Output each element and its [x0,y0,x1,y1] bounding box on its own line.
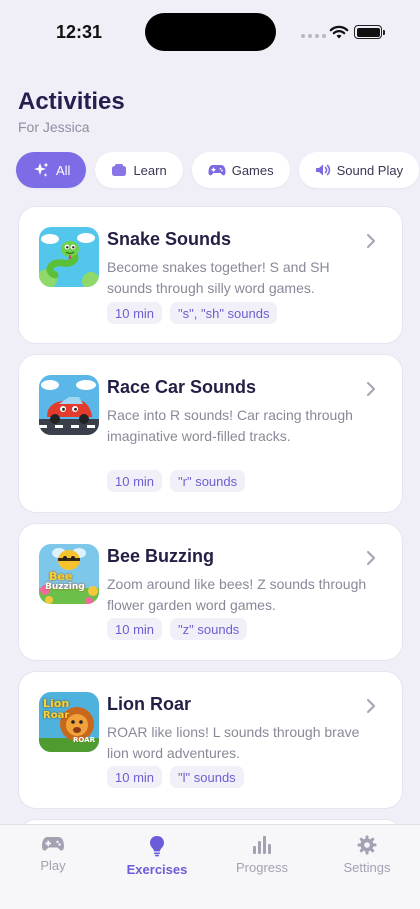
chevron-right-icon [366,698,376,714]
tab-label: Progress [235,860,289,875]
lion-icon: Lion Roar ROAR [39,692,99,752]
wifi-icon [329,25,349,39]
activity-title: Lion Roar [107,694,191,714]
sounds-badge: "r" sounds [170,470,246,492]
signal-dots-icon [301,34,326,38]
bar-chart-icon [253,836,271,854]
activity-tags: 10 min "l" sounds [107,766,244,788]
chevron-right-icon [366,381,376,397]
filter-chip-games[interactable]: Games [191,152,290,188]
speaker-icon [315,164,330,176]
folder-icon [112,164,127,176]
duration-badge: 10 min [107,470,163,492]
race-car-icon [39,375,99,435]
status-bar: 12:31 [0,0,420,62]
lightbulb-icon [150,836,164,857]
filter-chip-learn[interactable]: Learn [95,152,183,188]
chevron-right-icon [366,550,376,566]
activity-tags: 10 min "s", "sh" sounds [107,302,278,324]
gear-icon [357,835,377,855]
activity-card-race-car-sounds[interactable]: Race Car Sounds Race into R sounds! Car … [18,354,403,513]
sounds-badge: "l" sounds [170,766,244,788]
filter-chips: All Learn Games Sound Play [16,152,420,188]
page-subtitle: For Jessica [18,119,90,135]
duration-badge: 10 min [107,618,163,640]
duration-badge: 10 min [107,302,163,324]
activity-description: ROAR like lions! L sounds through brave … [107,724,360,761]
tab-play[interactable]: Play [8,835,98,873]
dynamic-island [145,13,276,51]
activity-description: Become snakes together! S and SH sounds … [107,259,330,296]
tab-settings[interactable]: Settings [322,835,412,875]
chevron-right-icon [366,233,376,249]
battery-icon [354,25,385,39]
sounds-badge: "z" sounds [170,618,248,640]
filter-chip-label: All [56,162,71,178]
activity-tags: 10 min "r" sounds [107,470,246,492]
tab-label: Play [40,858,66,873]
activity-description: Zoom around like bees! Z sounds through … [107,576,367,613]
lion-thumb-word-3: ROAR [73,736,95,744]
gamepad-icon [208,165,226,176]
filter-chip-label: Learn [133,162,167,178]
tab-exercises[interactable]: Exercises [112,835,202,877]
filter-chip-label: Sound Play [336,162,404,178]
bee-icon: Bee Buzzing [39,544,99,604]
status-time: 12:31 [56,22,103,42]
filter-chip-sound-play[interactable]: Sound Play [298,152,420,188]
bee-thumb-word-2: Buzzing [45,582,85,592]
activity-tags: 10 min "z" sounds [107,618,248,640]
activity-title: Snake Sounds [107,229,232,249]
snake-icon [39,227,99,287]
filter-chip-label: Games [231,162,274,178]
lion-thumb-word-2: Roar [43,710,70,721]
tab-bar: Play Exercises Progress Settings [0,824,420,909]
activity-title: Bee Buzzing [107,546,215,566]
sparkles-icon [34,162,49,177]
tab-progress[interactable]: Progress [217,835,307,875]
filter-chip-all[interactable]: All [16,152,87,188]
sounds-badge: "s", "sh" sounds [170,302,278,324]
duration-badge: 10 min [107,766,163,788]
tab-label: Settings [343,860,391,875]
tab-label: Exercises [126,862,188,877]
activity-card-snake-sounds[interactable]: Snake Sounds Become snakes together! S a… [18,206,403,344]
activity-card-lion-roar[interactable]: Lion Roar ROAR Lion Roar ROAR like lions… [18,671,403,809]
activity-description: Race into R sounds! Car racing through i… [107,407,353,444]
gamepad-icon [42,837,64,851]
activity-card-bee-buzzing[interactable]: Bee Buzzing Bee Buzzing Zoom around like… [18,523,403,661]
activity-title: Race Car Sounds [107,377,257,397]
lion-thumb-word-1: Lion [43,697,70,710]
page-title: Activities [18,88,125,115]
